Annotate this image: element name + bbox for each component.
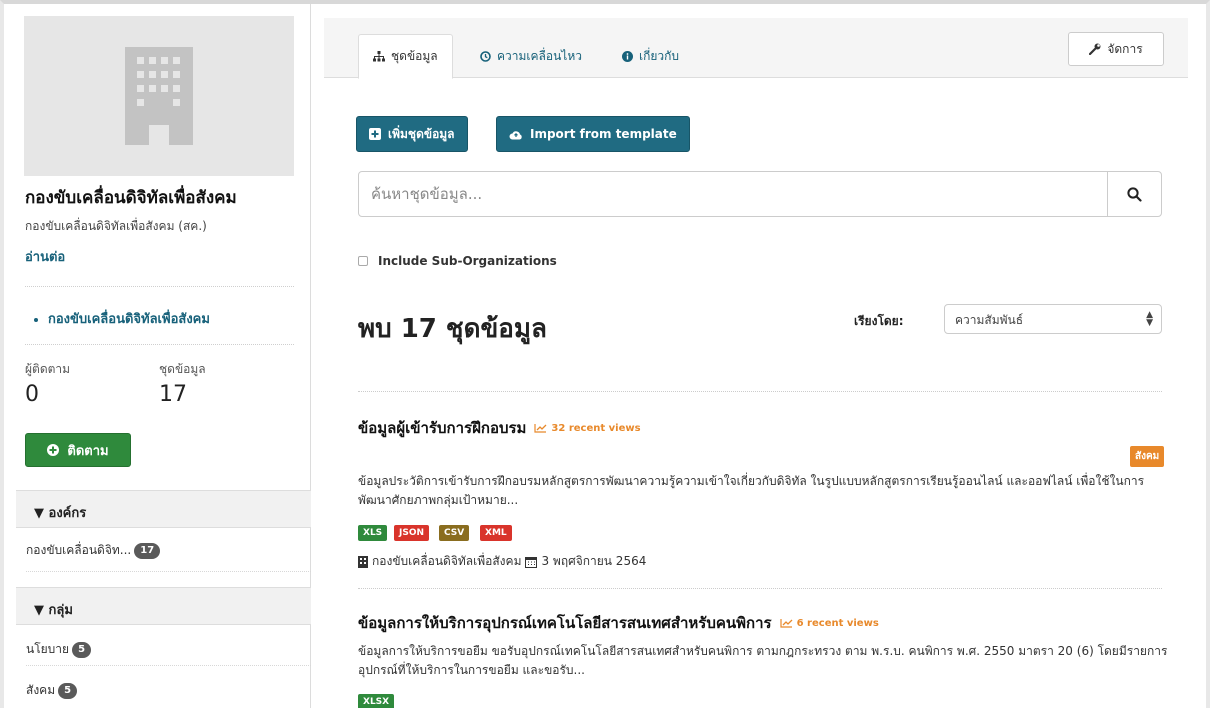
search-icon: [1127, 186, 1142, 202]
count-badge: 5: [72, 641, 92, 658]
org-hierarchy-link[interactable]: กองขับเคลื่อนดิจิทัลเพื่อสังคม: [48, 308, 210, 329]
facet-item-org[interactable]: กองขับเคลื่อนดิจิท... 17: [26, 541, 161, 560]
format-badge[interactable]: JSON: [394, 525, 430, 541]
dataset-meta: กองขับเคลื่อนดิจิทัลเพื่อสังคม 3 พฤศจิกา…: [358, 552, 646, 571]
sort-label: เรียงโดย:: [854, 314, 904, 328]
plus-square-icon: [369, 128, 381, 140]
facet-heading-group: ▼ กลุ่ม: [16, 587, 311, 625]
include-sub-orgs-label: Include Sub-Organizations: [378, 254, 557, 268]
facet-item-label: กองขับเคลื่อนดิจิท...: [26, 543, 132, 557]
format-badge[interactable]: XLSX: [358, 694, 395, 708]
import-template-button[interactable]: Import from template: [496, 116, 690, 152]
sidebar: กองขับเคลื่อนดิจิทัลเพื่อสังคม กองขับเคล…: [8, 4, 311, 708]
tab-bar: ชุดข้อมูล ความเคลื่อนไหว เกี่ยวกับ จัดกา…: [324, 18, 1188, 79]
followers-label: ผู้ติดตาม: [25, 362, 71, 376]
facet-item-group[interactable]: นโยบาย 5: [26, 640, 92, 659]
recent-views-label: 6 recent views: [796, 617, 879, 629]
filter-icon: ▼: [34, 506, 44, 521]
sort-select[interactable]: ความสัมพันธ์ ▲ ▼: [944, 304, 1162, 334]
calendar-icon: [525, 556, 538, 568]
format-badge[interactable]: CSV: [439, 525, 470, 541]
datasets-label: ชุดข้อมูล: [159, 362, 206, 376]
dataset-description: ข้อมูลประวัติการเข้ารับการฝึกอบรมหลักสูต…: [358, 474, 1145, 507]
dataset-date: 3 พฤศจิกายน 2564: [541, 554, 647, 568]
line-chart-icon: [780, 619, 793, 628]
search-input[interactable]: [359, 172, 1107, 216]
building-icon: [125, 47, 193, 145]
facet-item-label: สังคม: [26, 683, 56, 697]
tab-activity[interactable]: ความเคลื่อนไหว: [466, 34, 596, 79]
wrench-icon: [1089, 43, 1101, 55]
tab-about-label: เกี่ยวกับ: [639, 49, 680, 63]
building-icon: [358, 555, 368, 568]
format-badge[interactable]: XML: [480, 525, 512, 541]
dataset-item-title[interactable]: ข้อมูลการให้บริการอุปกรณ์เทคโนโลยีสารสนเ…: [358, 611, 879, 635]
count-badge: 17: [134, 542, 161, 559]
dataset-description: ข้อมูลการให้บริการขอยืม ขอรับอุปกรณ์เทคโ…: [358, 644, 1168, 677]
org-hierarchy-list: กองขับเคลื่อนดิจิทัลเพื่อสังคม: [48, 308, 210, 329]
manage-button[interactable]: จัดการ: [1068, 32, 1164, 66]
manage-button-label: จัดการ: [1107, 41, 1143, 56]
divider: [358, 588, 1162, 589]
recent-views: 6 recent views: [780, 618, 879, 629]
main-content: ชุดข้อมูล ความเคลื่อนไหว เกี่ยวกับ จัดกา…: [324, 4, 1194, 708]
include-sub-orgs-checkbox[interactable]: Include Sub-Organizations: [358, 254, 557, 268]
divider: [25, 344, 294, 345]
dataset-org: กองขับเคลื่อนดิจิทัลเพื่อสังคม: [372, 554, 522, 568]
org-subtitle: กองขับเคลื่อนดิจิทัลเพื่อสังคม (สค.): [25, 219, 207, 233]
results-count-heading: พบ 17 ชุดข้อมูล: [358, 314, 547, 344]
follow-button[interactable]: ติดตาม: [25, 433, 131, 467]
dataset-title-text[interactable]: ข้อมูลการให้บริการอุปกรณ์เทคโนโลยีสารสนเ…: [358, 611, 772, 635]
divider: [358, 391, 1162, 392]
facet-heading-org-label: องค์กร: [48, 506, 87, 521]
recent-views-label: 32 recent views: [551, 422, 641, 434]
sort-select-value: ความสัมพันธ์: [955, 313, 1024, 327]
recent-views: 32 recent views: [534, 422, 641, 434]
tab-activity-label: ความเคลื่อนไหว: [497, 49, 582, 63]
org-image: [24, 16, 294, 176]
facet-heading-group-label: กลุ่ม: [48, 603, 73, 618]
datasets-count: 17: [159, 382, 187, 407]
read-more-link[interactable]: อ่านต่อ: [25, 246, 65, 267]
info-icon: [622, 51, 633, 62]
count-badge: 5: [58, 682, 78, 699]
checkbox-box[interactable]: [358, 256, 368, 266]
divider: [25, 286, 294, 287]
group-tag[interactable]: สังคม: [1130, 446, 1165, 467]
line-chart-icon: [534, 424, 547, 433]
clock-icon: [480, 51, 491, 62]
import-template-button-label: Import from template: [530, 127, 677, 141]
tab-about[interactable]: เกี่ยวกับ: [608, 34, 693, 79]
facet-heading-org: ▼ องค์กร: [16, 490, 311, 528]
add-dataset-button-label: เพิ่มชุดข้อมูล: [388, 126, 455, 141]
divider: [26, 665, 311, 666]
filter-icon: ▼: [34, 603, 44, 618]
org-title: กองขับเคลื่อนดิจิทัลเพื่อสังคม: [25, 188, 237, 208]
followers-count: 0: [25, 382, 39, 407]
sitemap-icon: [373, 51, 385, 62]
dataset-item-title[interactable]: ข้อมูลผู้เข้ารับการฝึกอบรม 32 recent vie…: [358, 416, 641, 440]
divider: [26, 571, 311, 572]
search-box: [358, 171, 1162, 217]
select-arrows-icon: ▲ ▼: [1146, 310, 1153, 328]
tab-datasets-label: ชุดข้อมูล: [391, 49, 438, 63]
tab-datasets[interactable]: ชุดข้อมูล: [358, 34, 453, 79]
plus-circle-icon: [47, 444, 60, 456]
format-badge[interactable]: XLS: [358, 525, 388, 541]
cloud-upload-icon: [509, 130, 522, 139]
search-button[interactable]: [1107, 172, 1161, 216]
dataset-title-text[interactable]: ข้อมูลผู้เข้ารับการฝึกอบรม: [358, 416, 526, 440]
facet-item-label: นโยบาย: [26, 642, 70, 656]
add-dataset-button[interactable]: เพิ่มชุดข้อมูล: [356, 116, 468, 152]
facet-item-group[interactable]: สังคม 5: [26, 681, 78, 700]
follow-button-label: ติดตาม: [67, 443, 109, 459]
